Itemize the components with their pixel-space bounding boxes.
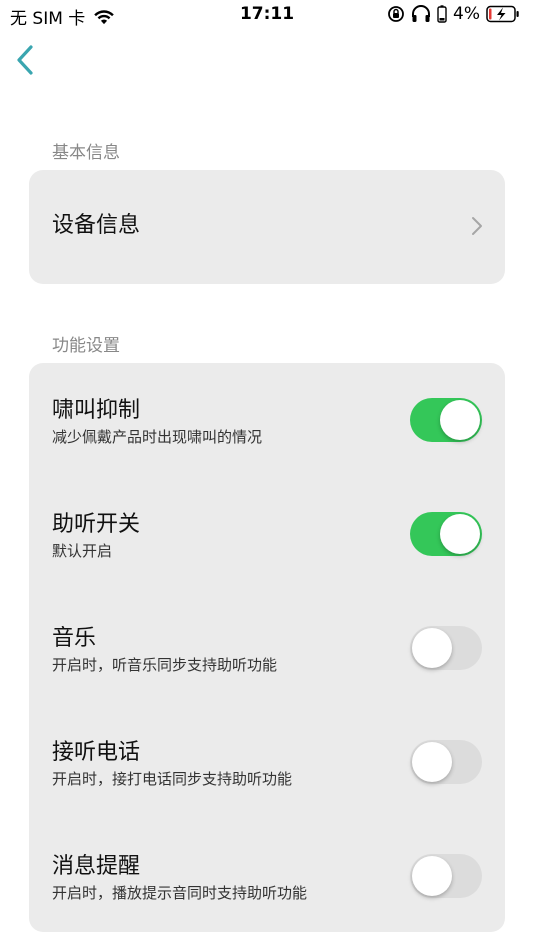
answer-call-toggle[interactable] (410, 740, 482, 784)
feedback-suppression-toggle[interactable] (410, 398, 482, 442)
battery-percent: 4% (453, 4, 480, 24)
answer-call-subtitle: 开启时，接打电话同步支持助听功能 (52, 770, 293, 788)
section-header-features: 功能设置 (52, 336, 120, 356)
toggle-knob (440, 400, 480, 440)
status-bar: 无 SIM 卡 17:11 4% (0, 0, 534, 30)
feature-settings-card: 啸叫抑制 减少佩戴产品时出现啸叫的情况 助听开关 默认开启 音乐 开启时，听音乐… (29, 363, 505, 932)
hearing-aid-switch-subtitle: 默认开启 (52, 542, 113, 560)
music-toggle[interactable] (410, 626, 482, 670)
answer-call-title: 接听电话 (52, 740, 141, 765)
battery-small-icon (437, 5, 447, 23)
hearing-aid-switch-title: 助听开关 (52, 512, 141, 537)
back-button[interactable] (8, 40, 42, 80)
section-header-basic-info: 基本信息 (52, 143, 120, 163)
rotation-lock-icon (388, 6, 404, 22)
toggle-knob (412, 742, 452, 782)
music-title: 音乐 (52, 626, 97, 651)
status-right: 4% (387, 4, 526, 24)
device-info-label: 设备信息 (52, 213, 141, 238)
message-alert-subtitle: 开启时，播放提示音同时支持助听功能 (52, 884, 308, 902)
music-subtitle: 开启时，听音乐同步支持助听功能 (52, 656, 278, 674)
chevron-left-icon (17, 45, 33, 75)
hearing-aid-switch-toggle[interactable] (410, 512, 482, 556)
battery-charging-icon (486, 5, 519, 23)
toggle-knob (440, 514, 480, 554)
basic-info-card: 设备信息 (29, 170, 505, 284)
message-alert-toggle[interactable] (410, 854, 482, 898)
toggle-knob (412, 628, 452, 668)
device-info-row[interactable]: 设备信息 (29, 170, 505, 282)
headphones-icon (412, 5, 431, 22)
message-alert-title: 消息提醒 (52, 854, 141, 879)
toggle-knob (412, 856, 452, 896)
chevron-right-icon (472, 217, 482, 235)
feedback-suppression-title: 啸叫抑制 (52, 398, 141, 423)
feedback-suppression-subtitle: 减少佩戴产品时出现啸叫的情况 (52, 428, 263, 446)
